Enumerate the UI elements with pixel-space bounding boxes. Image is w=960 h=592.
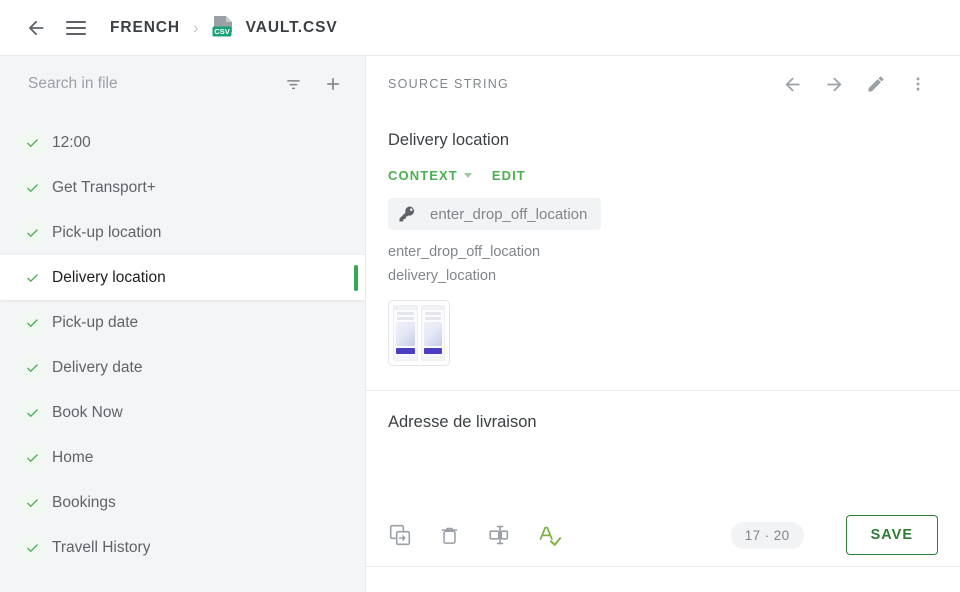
- plus-icon: [327, 78, 339, 90]
- menu-button[interactable]: [56, 8, 96, 48]
- sidebar-item-delivery-date[interactable]: Delivery date: [0, 345, 365, 390]
- context-edit-button[interactable]: EDIT: [492, 168, 526, 183]
- translated-check-icon: [18, 173, 46, 202]
- sidebar-item-get-transport[interactable]: Get Transport+: [0, 165, 365, 210]
- context-key-name: enter_drop_off_location: [430, 205, 588, 223]
- save-button[interactable]: SAVE: [845, 515, 938, 555]
- translated-check-icon: [18, 353, 46, 382]
- filter-button[interactable]: [273, 64, 313, 104]
- translated-check-icon: [18, 533, 46, 562]
- screenshot-thumbnail[interactable]: [388, 300, 450, 366]
- top-app-bar: FRENCH › CSV VAULT.CSV: [0, 0, 960, 56]
- more-options-button[interactable]: [898, 64, 938, 104]
- copy-source-button[interactable]: [388, 523, 412, 547]
- copy-source-icon: [389, 524, 411, 546]
- translated-check-icon: [18, 443, 46, 472]
- sidebar-item-pick-up-date[interactable]: Pick-up date: [0, 300, 365, 345]
- chevron-down-icon[interactable]: [463, 173, 472, 178]
- sidebar-item-label: Home: [52, 448, 94, 466]
- character-counter: 17 · 20: [730, 521, 804, 549]
- source-header-tools: [772, 64, 938, 104]
- sidebar-item-label: Book Now: [52, 403, 123, 421]
- more-vertical-icon: [916, 77, 920, 91]
- strings-sidebar: 12:00 Get Transport+ Pick-up location Deliv…: [0, 56, 366, 592]
- sidebar-item-label: Travell History: [52, 538, 151, 556]
- bottom-strip: [366, 566, 960, 592]
- context-toggle[interactable]: CONTEXT: [388, 168, 458, 183]
- context-meta-lines: enter_drop_off_location delivery_locatio…: [388, 240, 938, 288]
- translated-check-icon: [18, 488, 46, 517]
- translated-check-icon: [18, 218, 46, 247]
- add-string-button[interactable]: [313, 64, 353, 104]
- translation-section: Adresse de livraison 17 · 20 SAVE: [366, 391, 960, 566]
- phone-mockup-1: [393, 305, 418, 361]
- hamburger-menu-icon: [66, 20, 86, 35]
- breadcrumb-separator: ›: [192, 18, 199, 37]
- back-arrow-icon: [28, 20, 44, 35]
- spellcheck-icon: [539, 526, 562, 546]
- context-toolbar: CONTEXT EDIT: [388, 156, 938, 189]
- translated-check-icon: [18, 128, 46, 157]
- spellcheck-button[interactable]: [537, 523, 562, 548]
- source-string-caption: SOURCE STRING: [388, 77, 510, 91]
- key-icon: [399, 206, 415, 222]
- sidebar-item-book-now[interactable]: Book Now: [0, 390, 365, 435]
- sidebar-header: [0, 56, 365, 112]
- breadcrumb: FRENCH › CSV VAULT.CSV: [110, 15, 338, 41]
- split-segment-button[interactable]: [487, 523, 511, 547]
- sidebar-item-pick-up-location[interactable]: Pick-up location: [0, 210, 365, 255]
- context-meta-line: delivery_location: [388, 268, 497, 284]
- sidebar-item-label: Delivery location: [52, 268, 166, 286]
- phone-mockup-2: [420, 305, 445, 361]
- strings-list: 12:00 Get Transport+ Pick-up location Deliv…: [0, 112, 365, 592]
- next-string-button[interactable]: [814, 64, 854, 104]
- svg-text:CSV: CSV: [214, 27, 231, 36]
- sidebar-item-label: Get Transport+: [52, 178, 156, 196]
- pencil-icon: [868, 76, 884, 92]
- filter-icon: [286, 79, 300, 89]
- sidebar-item-travell-history[interactable]: Travell History: [0, 525, 365, 570]
- context-key-chip[interactable]: enter_drop_off_location: [388, 198, 602, 230]
- translated-check-icon: [18, 308, 46, 337]
- back-button[interactable]: [16, 8, 56, 48]
- sidebar-item-bookings[interactable]: Bookings: [0, 480, 365, 525]
- translation-toolbar: 17 · 20 SAVE: [388, 504, 938, 566]
- sidebar-item-label: 12:00: [52, 133, 91, 151]
- context-meta-line: enter_drop_off_location: [388, 244, 541, 260]
- search-input[interactable]: [28, 75, 273, 93]
- sidebar-item-label: Bookings: [52, 493, 116, 511]
- editor-main: SOURCE STRING Delivery location CONTEXT …: [366, 56, 960, 592]
- sidebar-item-label: Delivery date: [52, 358, 143, 376]
- breadcrumb-file[interactable]: VAULT.CSV: [246, 19, 338, 37]
- app-body: 12:00 Get Transport+ Pick-up location Deliv…: [0, 56, 960, 592]
- translation-input[interactable]: Adresse de livraison: [388, 391, 938, 504]
- delete-button[interactable]: [438, 524, 461, 547]
- csv-file-icon: CSV: [212, 15, 236, 41]
- source-header: SOURCE STRING: [388, 56, 938, 112]
- arrow-right-icon: [827, 77, 841, 91]
- translated-check-icon: [18, 264, 46, 292]
- source-string-section: SOURCE STRING Delivery location CONTEXT …: [366, 56, 960, 390]
- sidebar-item-label: Pick-up date: [52, 313, 139, 331]
- translated-check-icon: [18, 398, 46, 427]
- sidebar-item-label: Pick-up location: [52, 223, 162, 241]
- edit-source-button[interactable]: [856, 64, 896, 104]
- delete-icon: [441, 527, 458, 544]
- previous-string-button[interactable]: [772, 64, 812, 104]
- sidebar-item-12-00[interactable]: 12:00: [0, 120, 365, 165]
- sidebar-item-delivery-location[interactable]: Delivery location: [0, 255, 365, 300]
- split-segment-icon: [489, 525, 509, 545]
- breadcrumb-project[interactable]: FRENCH: [110, 19, 180, 37]
- arrow-left-icon: [785, 77, 799, 91]
- source-string-text: Delivery location: [388, 131, 510, 149]
- sidebar-item-home[interactable]: Home: [0, 435, 365, 480]
